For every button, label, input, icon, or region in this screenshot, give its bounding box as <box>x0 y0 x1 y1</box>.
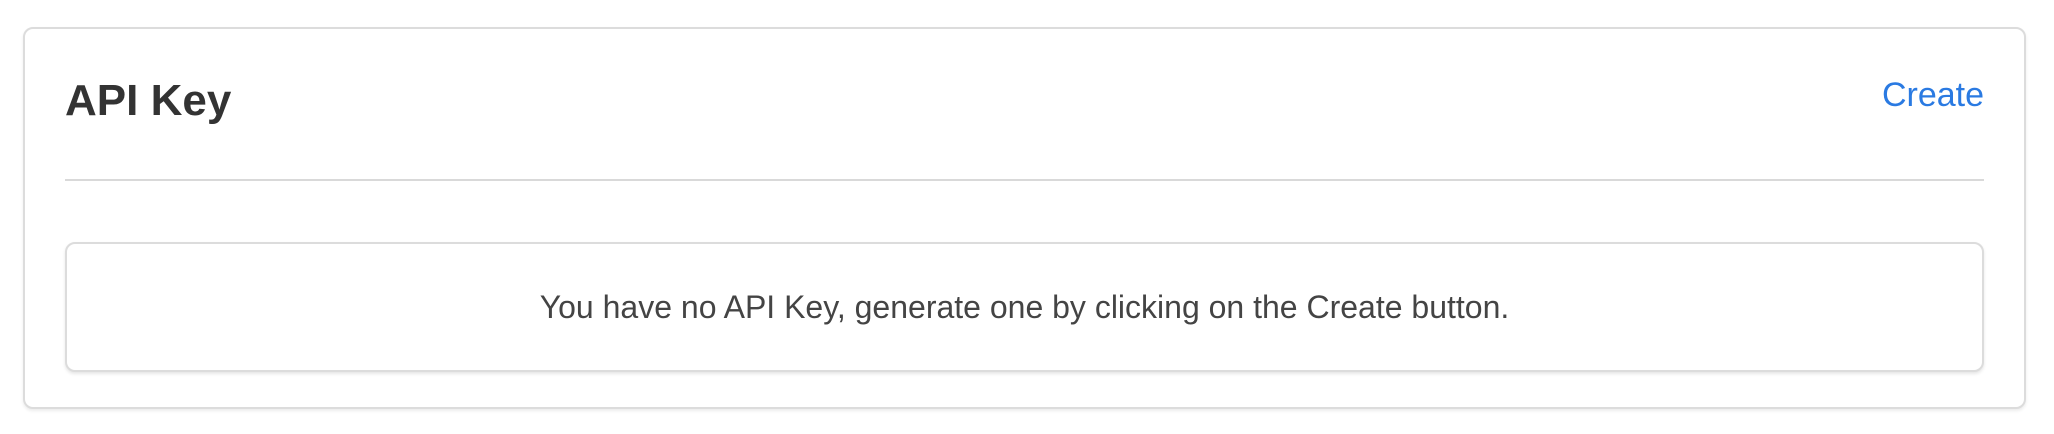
api-key-card: API Key Create You have no API Key, gene… <box>23 27 2026 409</box>
empty-state-message: You have no API Key, generate one by cli… <box>539 288 1510 325</box>
card-title: API Key <box>65 76 232 125</box>
card-header: API Key Create <box>65 29 1984 181</box>
create-button[interactable]: Create <box>1882 75 1984 116</box>
empty-state-panel: You have no API Key, generate one by cli… <box>65 242 1984 372</box>
